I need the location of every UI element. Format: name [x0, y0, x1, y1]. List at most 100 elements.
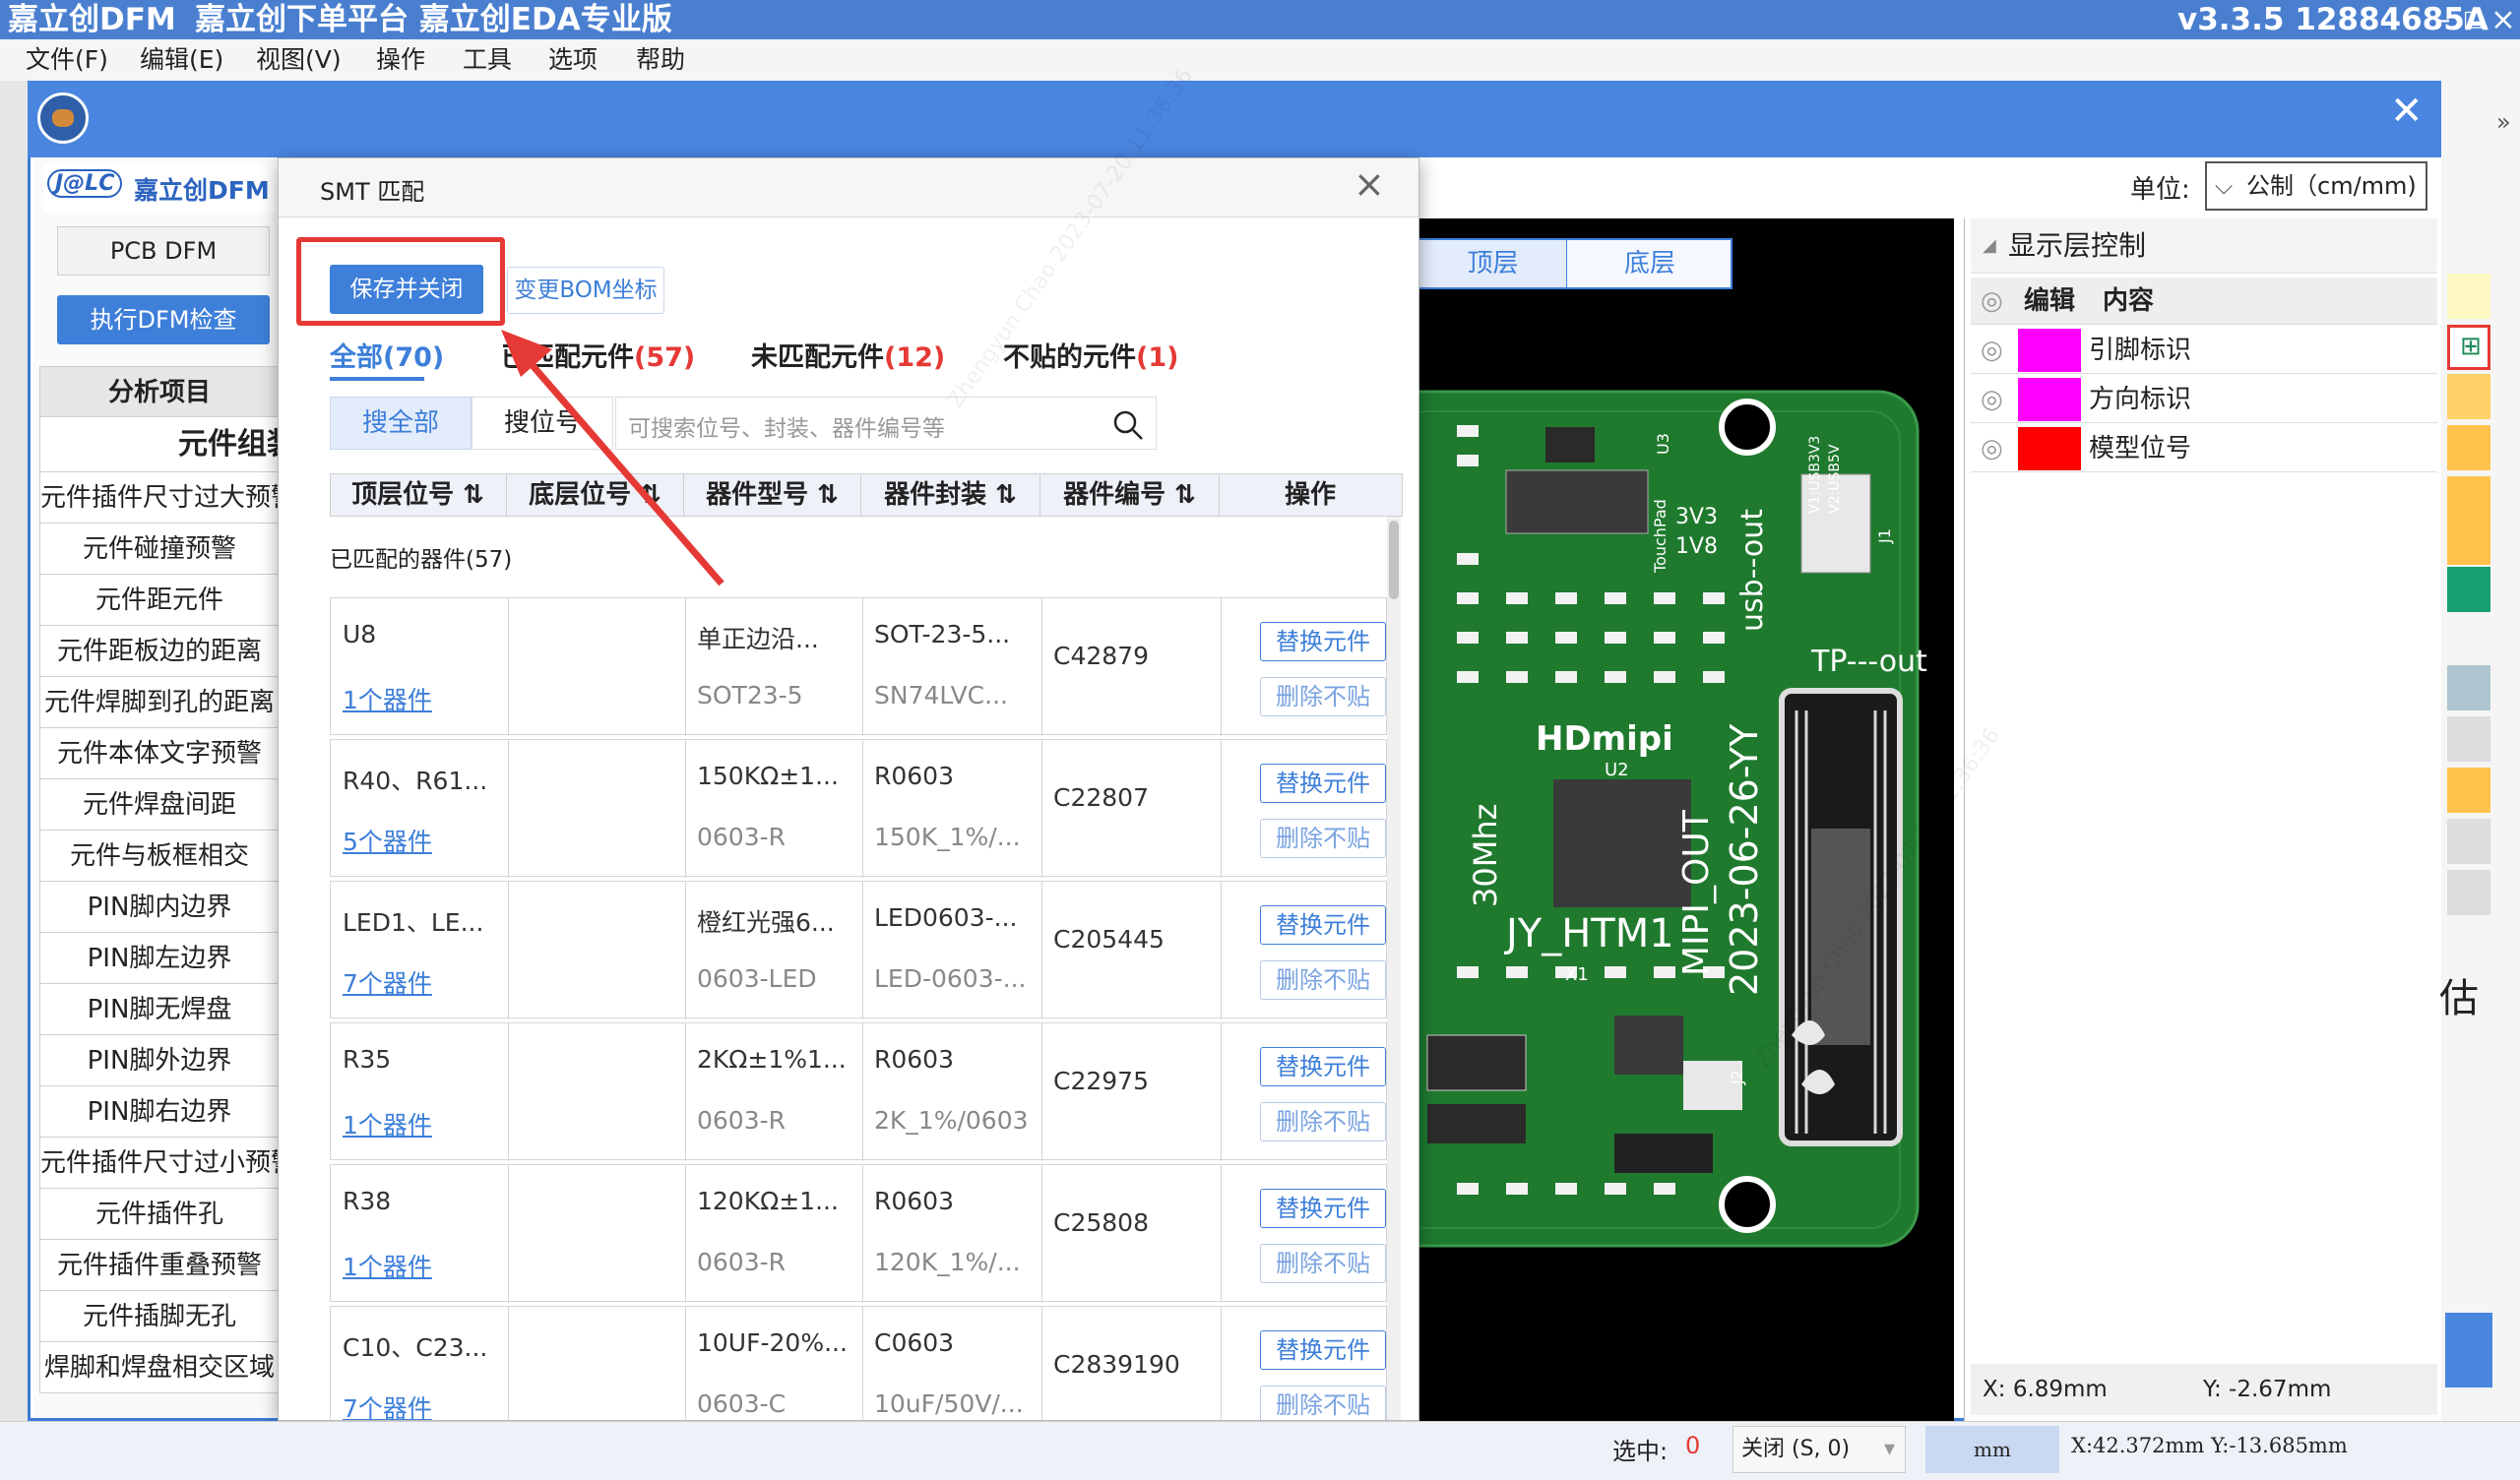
device-count-link[interactable]: 5个器件 — [343, 823, 432, 858]
remove-no-paste-button[interactable]: 删除不贴 — [1260, 1102, 1386, 1141]
search-all-tab[interactable]: 搜全部 — [330, 397, 472, 450]
device-count-link[interactable]: 7个器件 — [343, 964, 432, 1000]
remove-no-paste-button[interactable]: 删除不贴 — [1260, 677, 1386, 716]
menu-help[interactable]: 帮助 — [636, 39, 685, 81]
layer-color-swatch[interactable] — [2018, 378, 2081, 421]
device-count-link[interactable]: 1个器件 — [343, 681, 432, 716]
maximize-button[interactable]: □ — [2463, 0, 2484, 39]
scrollbar-thumb[interactable] — [1389, 521, 1399, 599]
eye-hidden-icon[interactable]: ◎ — [1981, 425, 2003, 472]
remove-no-paste-button[interactable]: 删除不贴 — [1260, 1386, 1386, 1420]
menu-edit[interactable]: 编辑(E) — [140, 39, 223, 81]
group-component-assembly[interactable]: 元件组装 — [39, 417, 280, 472]
layer-top-button[interactable]: 顶层 — [1419, 240, 1567, 287]
analysis-item[interactable]: 元件插件孔 — [39, 1189, 280, 1240]
eye-hidden-icon[interactable]: ◎ — [1981, 376, 2003, 423]
table-row[interactable]: R40、R61... 5个器件 150KΩ±1... 0603-R R0603 150K_… — [330, 739, 1387, 878]
layer-bottom-button[interactable]: 底层 — [1569, 240, 1731, 287]
color-swatch[interactable] — [2447, 567, 2490, 612]
color-swatch[interactable] — [2447, 768, 2490, 813]
menu-file[interactable]: 文件(F) — [26, 39, 108, 81]
table-row[interactable]: LED1、LE... 7个器件 橙红光强6... 0603-LED LED0603-..… — [330, 881, 1387, 1019]
header-top-pos[interactable]: 顶层位号 ⇅ — [330, 473, 507, 517]
tab-unmatched[interactable]: 未匹配元件(12) — [751, 336, 945, 374]
analysis-item[interactable]: 元件碰撞预警 — [39, 524, 280, 575]
collapse-icon[interactable]: ◢ — [1983, 218, 1996, 274]
remove-no-paste-button[interactable]: 删除不贴 — [1260, 1244, 1386, 1283]
analysis-item[interactable]: PIN脚无焊盘 — [39, 984, 280, 1035]
table-row[interactable]: R38 1个器件 120KΩ±1... 0603-R R0603 120K_1%/... C… — [330, 1164, 1387, 1303]
replace-component-button[interactable]: 替换元件 — [1260, 764, 1386, 803]
replace-component-button[interactable]: 替换元件 — [1260, 1189, 1386, 1228]
analysis-item[interactable]: 元件距元件 — [39, 575, 280, 626]
remove-no-paste-button[interactable]: 删除不贴 — [1260, 819, 1386, 858]
table-row[interactable]: R35 1个器件 2KΩ±1%1... 0603-R R0603 2K_1%/0603 C2… — [330, 1022, 1387, 1161]
analysis-item[interactable]: 元件插脚无孔 — [39, 1291, 280, 1342]
analysis-item[interactable]: 元件焊盘间距 — [39, 779, 280, 831]
color-swatch[interactable] — [2447, 665, 2490, 710]
pcb-canvas[interactable]: HDmipi 30Mhz JY_HTM1 2023-06-26-YY MIPI_… — [1376, 218, 1954, 1421]
color-swatch[interactable] — [2447, 520, 2490, 565]
layer-row[interactable]: ◎ 方向标识 — [1971, 376, 2437, 423]
layer-color-swatch[interactable] — [2018, 427, 2081, 470]
color-swatch[interactable] — [2447, 870, 2490, 915]
minimize-button[interactable]: – — [2435, 0, 2451, 39]
eye-hidden-icon[interactable]: ◎ — [1981, 327, 2003, 374]
remove-no-paste-button[interactable]: 删除不贴 — [1260, 960, 1386, 1000]
snap-select[interactable]: 关闭 (S, 0) ▾ — [1732, 1426, 1906, 1473]
eye-hidden-icon[interactable]: ◎ — [1981, 278, 2003, 325]
analysis-item[interactable]: PIN脚左边界 — [39, 933, 280, 984]
color-swatch[interactable] — [2447, 374, 2490, 419]
unit-select[interactable]: ⌵ 公制（cm/mm) — [2205, 161, 2427, 211]
grid-icon[interactable]: ⊞ — [2447, 325, 2490, 370]
layer-row[interactable]: ◎ 引脚标识 — [1971, 327, 2437, 374]
analysis-item[interactable]: 元件焊脚到孔的距离 — [39, 677, 280, 728]
analysis-item[interactable]: 元件插件尺寸过小预警 — [39, 1138, 280, 1189]
table-row[interactable]: C10、C23... 7个器件 10UF-20%... 0603-C C0603 10uF… — [330, 1306, 1387, 1420]
layer-row[interactable]: ◎ 模型位号 — [1971, 425, 2437, 472]
menu-options[interactable]: 选项 — [548, 39, 598, 81]
search-icon[interactable] — [1112, 409, 1144, 441]
color-swatch[interactable] — [2447, 425, 2490, 470]
tab-pcb-dfm[interactable]: PCB DFM — [57, 226, 270, 276]
dialog-close-icon[interactable]: × — [1354, 162, 1385, 206]
analysis-item[interactable]: 元件本体文字预警 — [39, 728, 280, 779]
analysis-item[interactable]: 元件距板边的距离 — [39, 626, 280, 677]
table-row[interactable]: U8 1个器件 单正边沿... SOT23-5 SOT-23-5... SN74LVC..… — [330, 597, 1387, 736]
menu-view[interactable]: 视图(V) — [256, 39, 342, 81]
analysis-item[interactable]: 元件插件尺寸过大预警 — [39, 472, 280, 524]
analysis-item[interactable]: PIN脚右边界 — [39, 1086, 280, 1138]
color-swatch[interactable] — [2447, 716, 2490, 762]
expand-more-icon[interactable]: » — [2496, 108, 2511, 136]
replace-component-button[interactable]: 替换元件 — [1260, 622, 1386, 661]
analysis-item[interactable]: PIN脚外边界 — [39, 1035, 280, 1086]
dfm-close-icon[interactable]: ✕ — [2390, 89, 2424, 134]
tab-all[interactable]: 全部(70) — [330, 336, 444, 374]
analysis-item[interactable]: 元件与板框相交 — [39, 831, 280, 882]
analysis-item[interactable]: 元件插件重叠预警 — [39, 1240, 280, 1291]
menu-tools[interactable]: 工具 — [463, 39, 512, 81]
save-close-button[interactable]: 保存并关闭 — [330, 265, 483, 314]
unit-badge[interactable]: mm — [1925, 1426, 2059, 1473]
header-package[interactable]: 器件封装 ⇅ — [861, 473, 1040, 517]
device-count-link[interactable]: 1个器件 — [343, 1106, 432, 1141]
layer-color-swatch[interactable] — [2018, 329, 2081, 372]
change-bom-button[interactable]: 变更BOM坐标 — [507, 267, 664, 314]
device-count-link[interactable]: 7个器件 — [343, 1389, 432, 1420]
close-button[interactable]: × — [2490, 0, 2516, 39]
side-action[interactable] — [2445, 1313, 2492, 1388]
table-scrollbar[interactable] — [1387, 517, 1401, 1420]
menu-operate[interactable]: 操作 — [376, 39, 425, 81]
replace-component-button[interactable]: 替换元件 — [1260, 1047, 1386, 1086]
device-count-link[interactable]: 1个器件 — [343, 1248, 432, 1283]
color-swatch[interactable] — [2447, 819, 2490, 864]
color-swatch[interactable] — [2447, 476, 2490, 522]
analysis-item[interactable]: 焊脚和焊盘相交区域 — [39, 1342, 280, 1393]
run-dfm-button[interactable]: 执行DFM检查 — [57, 295, 270, 344]
replace-component-button[interactable]: 替换元件 — [1260, 905, 1386, 945]
tab-no-paste[interactable]: 不贴的元件(1) — [1003, 336, 1178, 374]
replace-component-button[interactable]: 替换元件 — [1260, 1330, 1386, 1370]
color-swatch[interactable] — [2447, 274, 2490, 319]
analysis-item[interactable]: PIN脚内边界 — [39, 882, 280, 933]
header-part-no[interactable]: 器件编号 ⇅ — [1040, 473, 1220, 517]
